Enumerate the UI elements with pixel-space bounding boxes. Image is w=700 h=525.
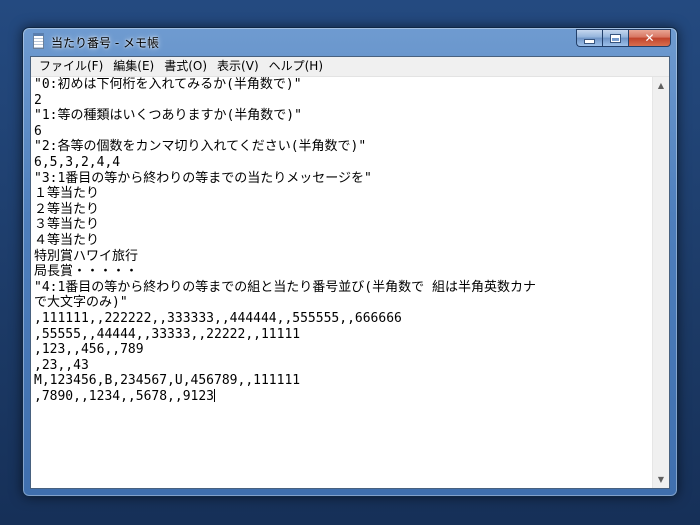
- text-line: 特別賞ハワイ旅行: [34, 248, 139, 264]
- text-editor[interactable]: "0:初めは下何桁を入れてみるか(半角数で)" 2 "1:等の種類はいくつありま…: [31, 77, 652, 488]
- text-line: 6: [34, 123, 42, 139]
- text-line: ,111111,,222222,,333333,,444444,,555555,…: [34, 310, 402, 326]
- text-line: M,123456,B,234567,U,456789,,111111: [34, 373, 301, 389]
- text-line: "2:各等の個数をカンマ切り入れてください(半角数で)": [34, 139, 367, 155]
- minimize-button[interactable]: [576, 29, 602, 47]
- close-button[interactable]: ✕: [628, 29, 671, 47]
- notepad-window: 当たり番号 - メモ帳 ✕ ファイル(F) 編集(E) 書式(O) 表示(V) …: [22, 27, 678, 497]
- text-line-content: ,7890,,1234,,5678,,9123: [34, 388, 215, 404]
- maximize-button[interactable]: [602, 29, 628, 47]
- notepad-icon[interactable]: [33, 33, 44, 49]
- menu-view[interactable]: 表示(V): [212, 57, 264, 76]
- text-line: で大文字のみ)": [34, 295, 128, 311]
- text-line: ,55555,,44444,,33333,,22222,,11111: [34, 326, 301, 342]
- text-line: １等当たり: [34, 186, 100, 202]
- text-line: 6,5,3,2,4,4: [34, 154, 121, 170]
- text-line: ３等当たり: [34, 217, 100, 233]
- window-title: 当たり番号 - メモ帳: [51, 36, 159, 50]
- text-caret: [214, 388, 216, 402]
- menu-format[interactable]: 書式(O): [159, 57, 212, 76]
- client-area: ファイル(F) 編集(E) 書式(O) 表示(V) ヘルプ(H) "0:初めは下…: [30, 56, 670, 489]
- text-line: ２等当たり: [34, 201, 100, 217]
- menu-help[interactable]: ヘルプ(H): [264, 57, 328, 76]
- scroll-down-button[interactable]: ▼: [653, 471, 669, 488]
- menu-file[interactable]: ファイル(F): [34, 57, 108, 76]
- chevron-down-icon: ▼: [657, 475, 665, 484]
- text-line: "3:1番目の等から終わりの等までの当たりメッセージを": [34, 170, 372, 186]
- menu-edit[interactable]: 編集(E): [108, 57, 159, 76]
- scroll-up-button[interactable]: ▲: [653, 77, 669, 94]
- caption-buttons: ✕: [576, 29, 671, 48]
- text-line: "1:等の種類はいくつありますか(半角数で)": [34, 108, 302, 124]
- menu-bar: ファイル(F) 編集(E) 書式(O) 表示(V) ヘルプ(H): [31, 57, 669, 77]
- text-line: ,23,,43: [34, 357, 89, 373]
- chevron-up-icon: ▲: [657, 81, 665, 90]
- vertical-scrollbar[interactable]: ▲ ▼: [652, 77, 669, 488]
- close-icon: ✕: [644, 31, 655, 45]
- text-line: 2: [34, 92, 42, 108]
- minimize-icon: [585, 39, 594, 43]
- maximize-icon: [611, 34, 620, 42]
- text-line: "0:初めは下何桁を入れてみるか(半角数で)": [34, 77, 302, 92]
- text-line-last: ,7890,,1234,,5678,,9123: [31, 388, 652, 405]
- text-line: "4:1番目の等から終わりの等までの組と当たり番号並び(半角数で 組は半角英数カ…: [34, 279, 536, 295]
- text-line: ,123,,456,,789: [34, 342, 144, 358]
- title-bar[interactable]: 当たり番号 - メモ帳 ✕: [23, 28, 677, 56]
- text-line: 局長賞・・・・・: [34, 264, 139, 280]
- text-line: ４等当たり: [34, 232, 100, 248]
